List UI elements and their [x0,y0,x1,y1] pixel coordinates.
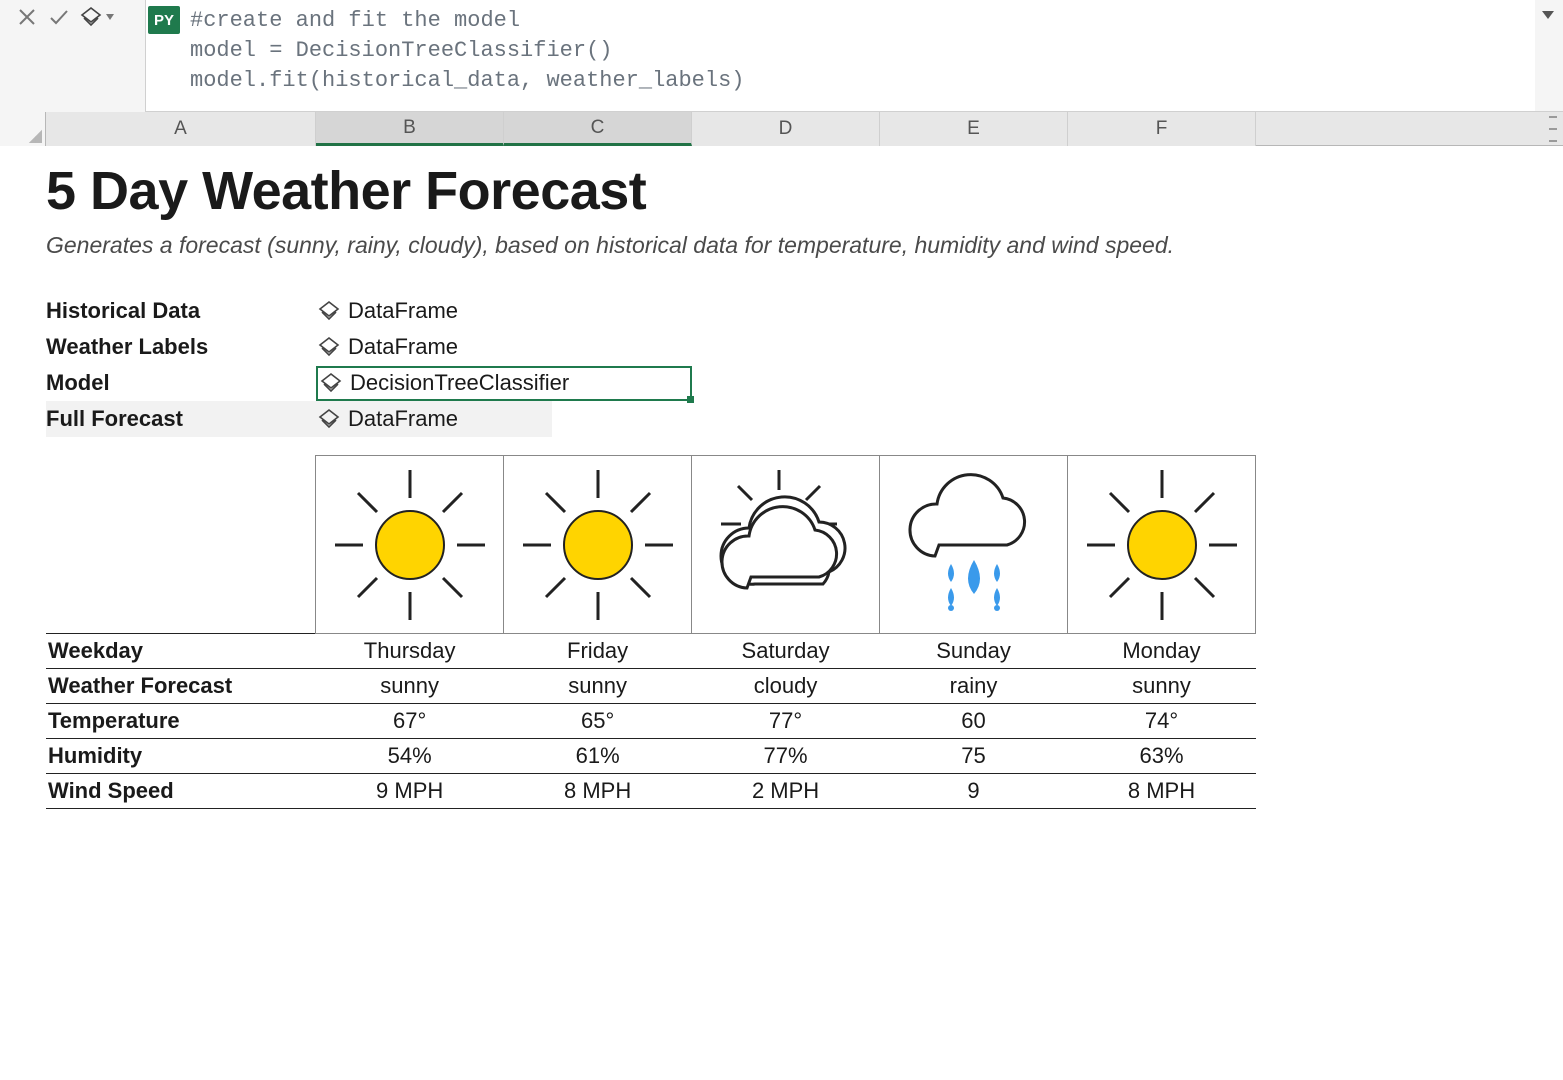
table-row-label: Humidity [46,739,316,774]
meta-value[interactable]: DataFrame [316,406,496,432]
meta-label: Model [46,370,316,396]
sunny-icon [504,456,691,633]
chevron-down-icon [106,14,114,20]
sunny-icon [316,456,503,633]
formula-bar-editor[interactable]: PY #create and fit the model model = Dec… [146,0,1535,111]
python-output-mode-icon[interactable] [78,4,104,30]
formula-bar-controls [0,0,146,112]
table-row-label: Wind Speed [46,774,316,809]
meta-table: Historical Data DataFrame Weather Labels Da… [46,293,1563,437]
meta-row: Historical Data DataFrame [46,293,1563,329]
weather-icon-cell [504,456,692,634]
linked-data-icon [318,300,340,322]
table-cell[interactable]: 77° [692,704,880,739]
table-row-label [46,456,316,634]
page-subtitle: Generates a forecast (sunny, rainy, clou… [46,232,1563,259]
weather-icon-cell [880,456,1068,634]
meta-value-text: DataFrame [348,334,458,360]
table-cell[interactable]: sunny [316,669,504,704]
table-cell[interactable]: 61% [504,739,692,774]
rainy-icon [880,456,1067,633]
page-title: 5 Day Weather Forecast [46,160,1563,222]
enter-icon[interactable] [46,4,72,30]
table-cell[interactable]: 9 [880,774,1068,809]
column-header-d[interactable]: D [692,112,880,146]
column-header-f[interactable]: F [1068,112,1256,146]
table-cell[interactable]: 8 MPH [504,774,692,809]
meta-row: Full Forecast DataFrame [46,401,1563,437]
cloudy-icon [692,456,879,633]
column-header-a[interactable]: A [46,112,316,146]
sunny-icon [1068,456,1255,633]
meta-label: Full Forecast [46,406,316,432]
table-cell[interactable]: 60 [880,704,1068,739]
table-cell[interactable]: 77% [692,739,880,774]
table-cell[interactable]: 75 [880,739,1068,774]
column-header-e[interactable]: E [880,112,1068,146]
formula-bar-code[interactable]: #create and fit the model model = Decisi… [182,0,1535,111]
table-cell[interactable]: 67° [316,704,504,739]
column-header-b[interactable]: B [316,112,504,146]
table-cell[interactable]: Saturday [692,634,880,669]
linked-data-icon [318,408,340,430]
table-row-label: Weekday [46,634,316,669]
cancel-icon[interactable] [14,4,40,30]
table-cell[interactable]: 63% [1068,739,1256,774]
vertical-scroll-grip-icon[interactable] [1549,116,1557,142]
table-row-label: Temperature [46,704,316,739]
worksheet[interactable]: 5 Day Weather Forecast Generates a forec… [0,146,1563,1080]
linked-data-icon [320,372,342,394]
table-cell[interactable]: 2 MPH [692,774,880,809]
table-cell[interactable]: rainy [880,669,1068,704]
forecast-table: WeekdayThursdayFridaySaturdaySundayMonda… [46,455,1256,809]
meta-label: Weather Labels [46,334,316,360]
table-cell[interactable]: Friday [504,634,692,669]
meta-label: Historical Data [46,298,316,324]
meta-value[interactable]: DataFrame [316,298,496,324]
weather-icon-cell [1068,456,1256,634]
linked-data-icon [318,336,340,358]
table-cell[interactable]: Monday [1068,634,1256,669]
meta-value[interactable]: DataFrame [316,334,496,360]
table-row-label: Weather Forecast [46,669,316,704]
meta-row: Weather Labels DataFrame [46,329,1563,365]
table-cell[interactable]: cloudy [692,669,880,704]
table-cell[interactable]: 74° [1068,704,1256,739]
formula-bar-expand-icon[interactable] [1537,4,1559,26]
table-cell[interactable]: 9 MPH [316,774,504,809]
column-header-c[interactable]: C [504,112,692,146]
meta-value-text: DataFrame [348,406,458,432]
weather-icon-cell [316,456,504,634]
table-cell[interactable]: Thursday [316,634,504,669]
formula-bar: PY #create and fit the model model = Dec… [0,0,1563,112]
python-badge: PY [146,0,182,112]
active-cell[interactable]: DecisionTreeClassifier [316,366,692,401]
meta-row: Model DecisionTreeClassifier [46,365,1563,401]
table-cell[interactable]: sunny [1068,669,1256,704]
column-headers: ABCDEF [0,112,1563,146]
weather-icon-cell [692,456,880,634]
table-cell[interactable]: 8 MPH [1068,774,1256,809]
select-all-triangle[interactable] [0,112,46,146]
table-cell[interactable]: 54% [316,739,504,774]
table-cell[interactable]: sunny [504,669,692,704]
table-cell[interactable]: Sunday [880,634,1068,669]
meta-value-text: DataFrame [348,298,458,324]
meta-value-text: DecisionTreeClassifier [350,370,569,396]
table-cell[interactable]: 65° [504,704,692,739]
